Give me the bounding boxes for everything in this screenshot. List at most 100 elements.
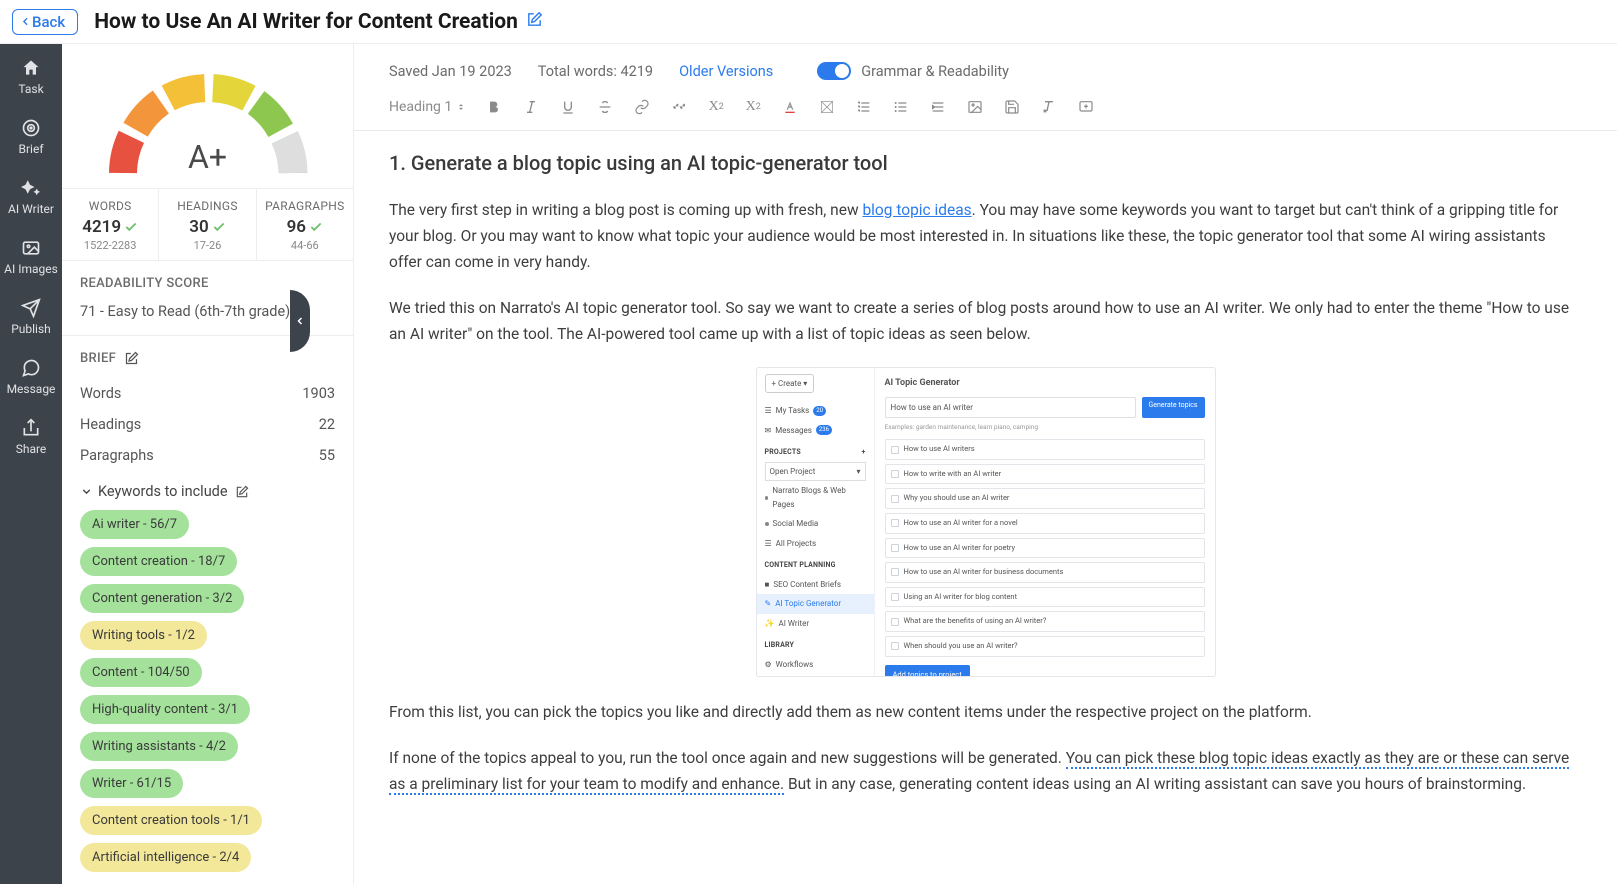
quote-button[interactable] (670, 98, 688, 116)
emb-mytasks: ☰ My Tasks 20 (765, 401, 866, 420)
emb-topic: How to use AI writers (885, 439, 1205, 460)
underline-button[interactable] (559, 98, 577, 116)
sidenav-brief[interactable]: Brief (19, 118, 44, 156)
image-button[interactable] (966, 98, 984, 116)
clear-format-button[interactable] (1040, 98, 1058, 116)
emb-topic: When should you use an AI writer? (885, 636, 1205, 657)
edit-icon[interactable] (124, 351, 139, 366)
emb-proj: Social Media (765, 514, 866, 533)
text-color-button[interactable] (781, 98, 799, 116)
keyword-chip[interactable]: Ai writer - 56/7 (80, 510, 189, 539)
editor-toolbar: Heading 1 X2 X2 (354, 90, 1617, 131)
gauge-box: A+ WORDS 4219 1522-2283 HEADINGS 30 17-2… (62, 44, 353, 261)
keyword-chip[interactable]: Artificial intelligence - 2/4 (80, 843, 251, 872)
comment-button[interactable] (1077, 98, 1095, 116)
stat-range: 44-66 (257, 239, 353, 252)
stat-value: 96 (287, 217, 306, 237)
brief-value: 55 (319, 447, 335, 464)
emb-plan-active: ✎ AI Topic Generator (757, 594, 874, 613)
brief-row-paragraphs: Paragraphs55 (80, 440, 335, 471)
brief-row-words: Words1903 (80, 378, 335, 409)
save-button[interactable] (1003, 98, 1021, 116)
keyword-chip[interactable]: Content creation - 18/7 (80, 547, 237, 576)
blog-topic-link[interactable]: blog topic ideas (862, 201, 971, 219)
page-title: How to Use An AI Writer for Content Crea… (94, 10, 543, 34)
editor-head: Saved Jan 19 2023 Total words: 4219 Olde… (354, 44, 1617, 90)
ordered-list-button[interactable] (855, 98, 873, 116)
back-button[interactable]: Back (12, 9, 78, 35)
emb-hdr: PROJECTS+ (765, 447, 866, 459)
stat-range: 1522-2283 (62, 239, 158, 252)
heading-label: Heading 1 (389, 99, 452, 115)
keyword-chip[interactable]: Content - 104/50 (80, 658, 202, 687)
edit-title-icon[interactable] (526, 10, 543, 34)
link-button[interactable] (633, 98, 651, 116)
editor-panel: Saved Jan 19 2023 Total words: 4219 Olde… (354, 44, 1617, 884)
strikethrough-button[interactable] (596, 98, 614, 116)
emb-topic: What are the benefits of using an AI wri… (885, 611, 1205, 632)
brief-value: 1903 (302, 385, 335, 402)
emb-open-project: Open Project▾ (765, 462, 866, 481)
sidenav-task[interactable]: Task (18, 58, 43, 96)
highlight-button[interactable] (818, 98, 836, 116)
edit-icon[interactable] (235, 485, 249, 499)
emb-topic: How to use an AI writer for business doc… (885, 562, 1205, 583)
brief-title: BRIEF (80, 351, 116, 366)
grammar-toggle-wrap: Grammar & Readability (817, 62, 1009, 80)
text: The very first step in writing a blog po… (389, 201, 862, 219)
grammar-toggle[interactable] (817, 62, 851, 80)
brief-header: BRIEF (80, 351, 335, 366)
keyword-chip[interactable]: Writer - 61/15 (80, 769, 183, 798)
sidenav-publish[interactable]: Publish (11, 298, 51, 336)
italic-button[interactable] (522, 98, 540, 116)
bold-button[interactable] (485, 98, 503, 116)
keyword-chip[interactable]: Writing tools - 1/2 (80, 621, 207, 650)
superscript-button[interactable]: X2 (744, 98, 762, 116)
sidenav-ai-images[interactable]: AI Images (4, 238, 58, 276)
keywords-toggle[interactable]: Keywords to include (80, 471, 335, 510)
sidenav-share[interactable]: Share (16, 418, 47, 456)
sidenav-label: Brief (19, 142, 44, 156)
keywords-toggle-label: Keywords to include (98, 483, 228, 500)
emb-plan: ✨ AI Writer (765, 614, 866, 633)
emb-plan: ■ SEO Content Briefs (765, 575, 866, 594)
side-nav: Task Brief AI Writer AI Images Publish M… (0, 44, 62, 884)
emb-topic: Using an AI writer for blog content (885, 587, 1205, 608)
stat-value: 4219 (82, 217, 121, 237)
chevron-left-icon (294, 315, 306, 327)
content-paragraph: From this list, you can pick the topics … (389, 699, 1582, 725)
embedded-screenshot: + Create ▾ ☰ My Tasks 20 ✉ Messages 236 … (756, 367, 1216, 677)
sidenav-message[interactable]: Message (7, 358, 56, 396)
emb-add-btn: Add topics to project (885, 665, 970, 677)
content-paragraph: We tried this on Narrato's AI topic gene… (389, 295, 1582, 347)
subscript-button[interactable]: X2 (707, 98, 725, 116)
indent-button[interactable] (929, 98, 947, 116)
keyword-chip[interactable]: Content generation - 3/2 (80, 584, 244, 613)
content-heading: 1. Generate a blog topic using an AI top… (389, 147, 1582, 181)
keyword-chip[interactable]: Content creation tools - 1/1 (80, 806, 262, 835)
sidenav-label: AI Images (4, 262, 58, 276)
emb-main: AI Topic Generator How to use an AI writ… (875, 368, 1215, 676)
text: If none of the topics appeal to you, run… (389, 749, 1066, 767)
back-label: Back (32, 13, 65, 31)
chevron-left-icon (19, 15, 32, 28)
editor-body[interactable]: 1. Generate a blog topic using an AI top… (354, 131, 1617, 833)
emb-hdr: LIBRARY (765, 640, 866, 652)
emb-messages: ✉ Messages 236 (765, 421, 866, 440)
sidenav-ai-writer[interactable]: AI Writer (8, 178, 54, 216)
keyword-chip[interactable]: Writing assistants - 4/2 (80, 732, 238, 761)
top-bar: Back How to Use An AI Writer for Content… (0, 0, 1617, 44)
stat-label: HEADINGS (159, 199, 255, 213)
stat-range: 17-26 (159, 239, 255, 252)
chevron-down-icon (80, 485, 93, 498)
keyword-chip[interactable]: High-quality content - 3/1 (80, 695, 250, 724)
emb-hdr: CONTENT PLANNING (765, 560, 866, 572)
emb-proj: Narrato Blogs & Web Pages (765, 481, 866, 514)
emb-gen-btn: Generate topics (1142, 397, 1205, 418)
older-versions-link[interactable]: Older Versions (679, 63, 773, 80)
unordered-list-button[interactable] (892, 98, 910, 116)
heading-dropdown[interactable]: Heading 1 (389, 99, 466, 115)
check-icon (212, 220, 226, 234)
sidenav-label: Publish (11, 322, 51, 336)
page-title-text: How to Use An AI Writer for Content Crea… (94, 10, 518, 34)
